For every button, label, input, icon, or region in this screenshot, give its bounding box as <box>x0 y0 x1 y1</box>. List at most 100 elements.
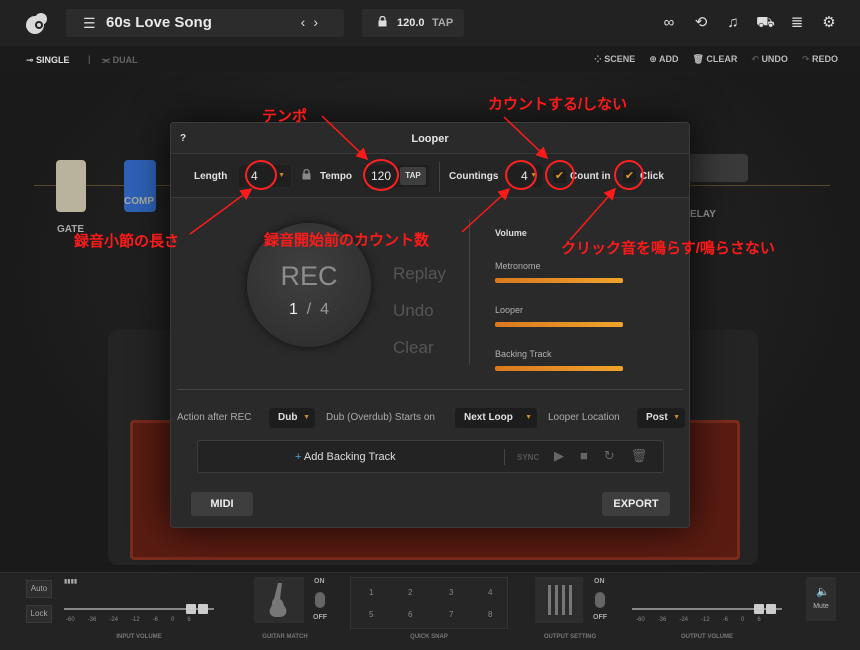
quick-snap-8[interactable]: 8 <box>488 610 492 619</box>
guitar-match-on-label: ON <box>314 578 325 585</box>
sync-button[interactable]: SYNC <box>517 453 539 462</box>
repeat-icon[interactable]: ↻ <box>604 448 615 464</box>
tap-button[interactable]: TAP <box>400 167 426 185</box>
preset-selector[interactable]: ☰ 60s Love Song ‹› <box>66 9 344 37</box>
sliders-icon <box>548 585 572 615</box>
plus-icon: + <box>295 451 302 463</box>
looper-volume-label: Looper <box>495 305 524 315</box>
guitar-match-off-label: OFF <box>313 614 327 621</box>
replay-button[interactable]: Replay <box>393 264 446 284</box>
tempo-lock-icon[interactable] <box>302 169 311 180</box>
quick-snap-2[interactable]: 2 <box>408 588 412 597</box>
quick-snap-1[interactable]: 1 <box>369 588 373 597</box>
output-setting-on-label: ON <box>594 578 605 585</box>
play-icon[interactable]: ▶ <box>554 448 564 464</box>
action-after-rec-select[interactable]: Dub ▼ <box>269 408 315 428</box>
input-volume-handle[interactable] <box>198 604 208 614</box>
metronome-volume-slider[interactable] <box>495 278 623 283</box>
speaker-icon: 🔈 <box>816 586 830 598</box>
output-volume-handle[interactable] <box>754 604 764 614</box>
guitar-match-button[interactable] <box>254 577 304 623</box>
annotation-count-toggle: カウントする/しない <box>488 96 628 113</box>
metronome-volume-label: Metronome <box>495 261 541 271</box>
guitar-icon <box>269 583 287 617</box>
quick-snap-label: QUICK SNAP <box>410 634 448 640</box>
scene-button[interactable]: ⁘ SCENE <box>594 54 635 65</box>
gate-pedal[interactable] <box>56 160 86 212</box>
midi-button[interactable]: MIDI <box>191 492 253 516</box>
dual-icon: ⫘ <box>102 55 113 65</box>
output-setting-button[interactable] <box>535 577 583 623</box>
chain-toolbar: ⊸ SINGLE | ⫘ DUAL ⁘ SCENE ⊕ ADD 🗑 CLEAR … <box>0 46 860 72</box>
menu-icon[interactable]: ☰ <box>83 16 97 30</box>
delay-label: ELAY <box>690 209 716 220</box>
stop-icon[interactable]: ■ <box>580 448 588 464</box>
annotation-length: 録音小節の長さ <box>74 233 180 250</box>
clear-button[interactable]: 🗑 CLEAR <box>692 54 737 65</box>
single-mode-button[interactable]: ⊸ SINGLE <box>26 55 70 66</box>
rec-bar-counter: 1 / 4 <box>288 301 330 318</box>
cart-icon[interactable]: ⛟ <box>756 14 775 32</box>
divider <box>504 449 505 465</box>
annotation-ring-count-in <box>545 160 575 190</box>
backing-track-volume-label: Backing Track <box>495 349 552 359</box>
list-icon[interactable]: ≣ <box>788 14 806 32</box>
rec-label: REC <box>280 261 338 291</box>
dub-starts-select[interactable]: Next Loop ▼ <box>455 408 537 428</box>
output-volume-label: OUTPUT VOLUME <box>681 634 733 640</box>
quick-snap-4[interactable]: 4 <box>488 588 492 597</box>
global-tempo[interactable]: 120.0 TAP <box>362 9 464 37</box>
add-backing-track-button[interactable]: + Add Backing Track <box>295 451 396 463</box>
trash-icon[interactable]: 🗑 <box>631 448 648 464</box>
gear-icon[interactable]: ⚙ <box>820 14 838 32</box>
looper-location-select[interactable]: Post ▼ <box>637 408 685 428</box>
music-note-icon[interactable]: ♫ <box>724 14 742 32</box>
quick-snap-6[interactable]: 6 <box>408 610 412 619</box>
global-tap-button[interactable]: TAP <box>432 17 453 29</box>
export-button[interactable]: EXPORT <box>602 492 670 516</box>
looper-location-label: Looper Location <box>548 412 620 423</box>
delay-pedal[interactable] <box>688 154 748 182</box>
count-in-label: Count in <box>570 171 611 182</box>
history-icon[interactable]: ⟲ <box>692 14 710 32</box>
undo-button[interactable]: Undo <box>393 301 434 321</box>
single-icon: ⊸ <box>26 55 37 65</box>
redo-button[interactable]: ↷ REDO <box>802 54 838 65</box>
output-setting-off-label: OFF <box>593 614 607 621</box>
divider <box>177 389 683 390</box>
lock-button[interactable]: Lock <box>26 605 52 623</box>
guitar-match-toggle[interactable] <box>315 592 325 608</box>
quick-snap-7[interactable]: 7 <box>449 610 453 619</box>
output-volume-scale: -60 -36 -24 -12 -6 0 6 <box>636 617 761 623</box>
clear-button[interactable]: Clear <box>393 338 434 358</box>
quick-snap-5[interactable]: 5 <box>369 610 373 619</box>
output-volume-handle[interactable] <box>766 604 776 614</box>
guitar-match-label: GUITAR MATCH <box>262 634 308 640</box>
output-setting-label: OUTPUT SETTING <box>543 634 597 640</box>
top-right-icons: ∞ ⟲ ♫ ⛟ ≣ ⚙ <box>660 14 838 32</box>
caret-down-icon: ▼ <box>525 414 532 421</box>
divider <box>469 219 470 365</box>
backing-track-volume-slider[interactable] <box>495 366 623 371</box>
chain-actions: ⁘ SCENE ⊕ ADD 🗑 CLEAR ↶ UNDO ↷ REDO <box>594 54 838 65</box>
backing-track-controls: ▶ ■ ↻ 🗑 <box>554 448 647 464</box>
mute-button[interactable]: 🔈 Mute <box>806 577 836 621</box>
annotation-ring-click <box>614 160 644 190</box>
preset-nav-icons[interactable]: ‹› <box>301 14 326 30</box>
output-setting-toggle[interactable] <box>595 592 605 608</box>
quick-snap-3[interactable]: 3 <box>449 588 453 597</box>
input-volume-label: INPUT VOLUME <box>116 634 162 640</box>
loop-icon[interactable]: ∞ <box>660 14 678 32</box>
dual-mode-button[interactable]: ⫘ DUAL <box>102 55 138 66</box>
auto-button[interactable]: Auto <box>26 580 52 598</box>
caret-down-icon: ▼ <box>303 414 310 421</box>
add-button[interactable]: ⊕ ADD <box>649 54 678 65</box>
lock-icon[interactable] <box>378 16 387 27</box>
backing-track-bar: + Add Backing Track SYNC ▶ ■ ↻ 🗑 <box>197 440 664 473</box>
input-volume-handle[interactable] <box>186 604 196 614</box>
undo-button[interactable]: ↶ UNDO <box>751 54 788 65</box>
divider: | <box>88 54 91 64</box>
looper-volume-slider[interactable] <box>495 322 623 327</box>
annotation-ring-tempo <box>363 159 399 191</box>
app-logo-icon[interactable] <box>24 10 50 36</box>
